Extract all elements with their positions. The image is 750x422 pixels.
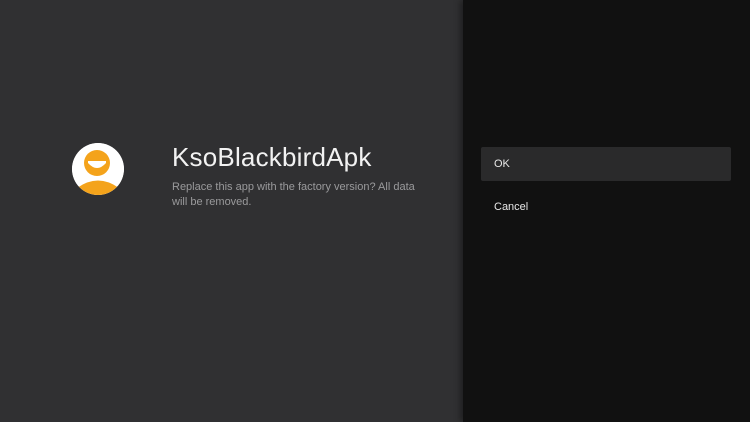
app-title: KsoBlackbirdApk bbox=[172, 142, 372, 172]
tv-confirmation-screen: KsoBlackbirdApk Replace this app with th… bbox=[0, 0, 750, 422]
orange-person-icon bbox=[72, 143, 124, 195]
dialog-info-panel: KsoBlackbirdApk Replace this app with th… bbox=[0, 0, 463, 422]
ok-button[interactable]: OK bbox=[481, 147, 731, 181]
app-icon bbox=[72, 143, 124, 195]
cancel-button[interactable]: Cancel bbox=[481, 190, 731, 224]
confirmation-message: Replace this app with the factory versio… bbox=[172, 181, 415, 208]
